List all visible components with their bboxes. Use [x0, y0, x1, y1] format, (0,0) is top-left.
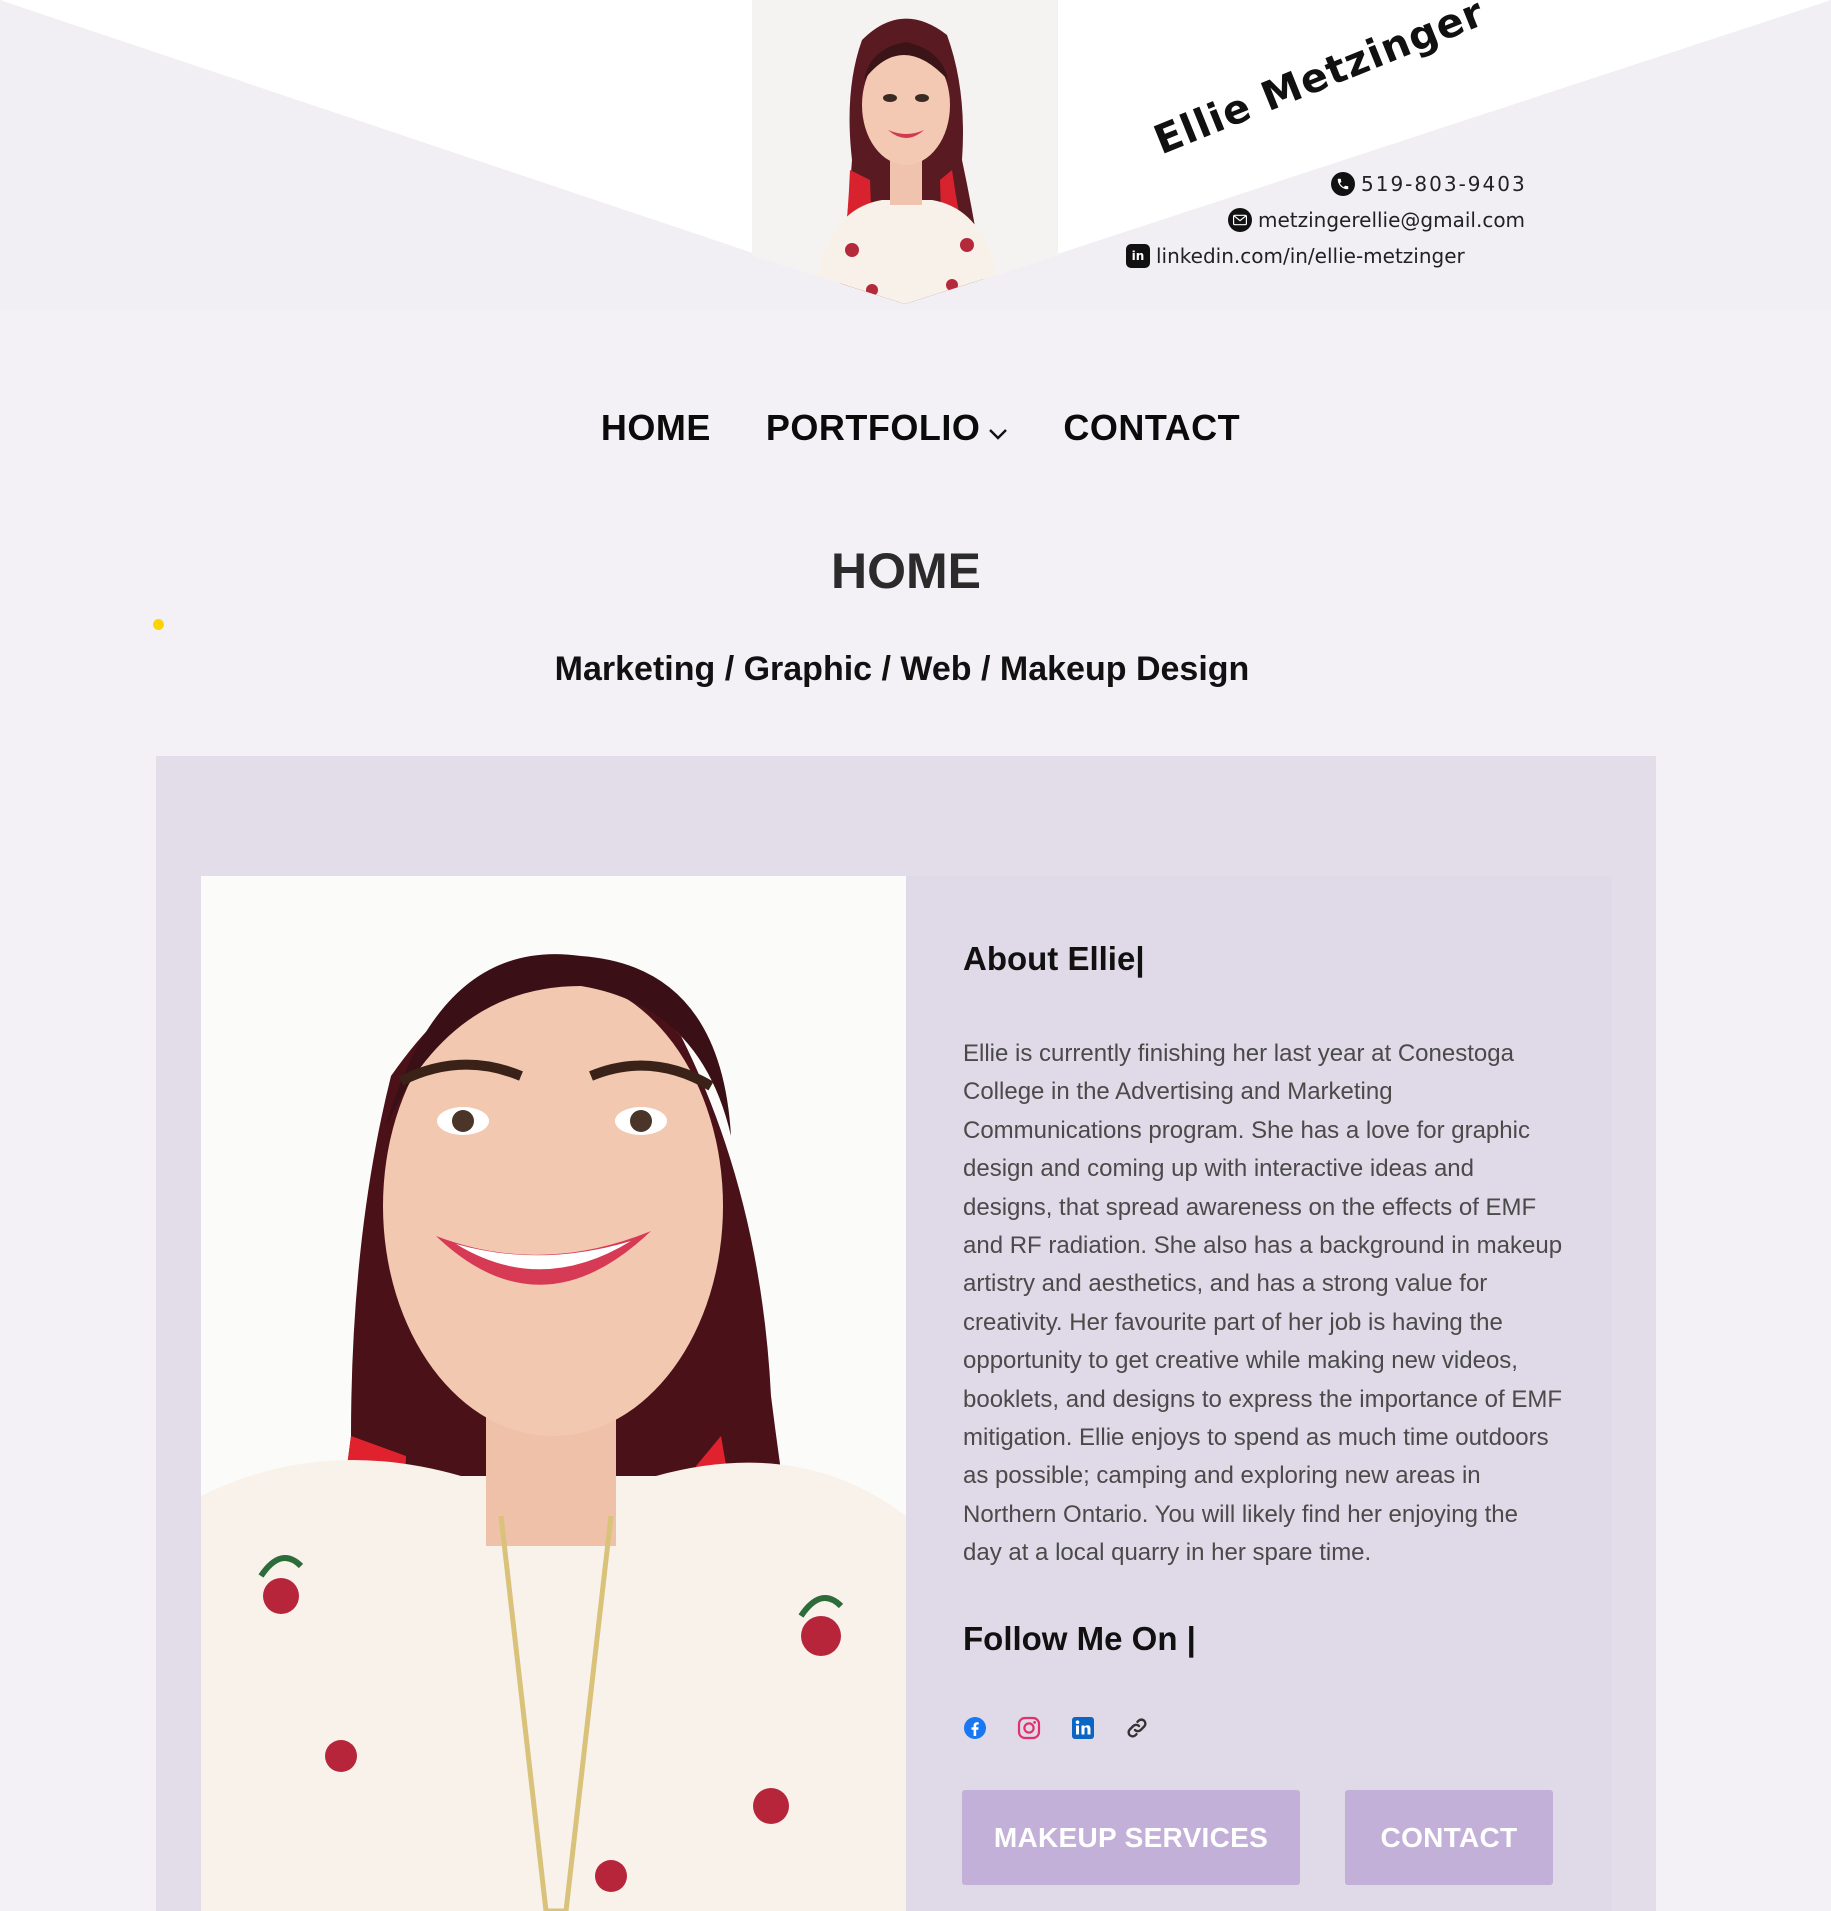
- phone-icon: [1331, 172, 1355, 196]
- makeup-services-button[interactable]: MAKEUP SERVICES: [962, 1790, 1300, 1885]
- about-heading: About Ellie|: [963, 940, 1145, 977]
- header-portrait: [752, 0, 1058, 304]
- chevron-down-icon: [988, 407, 1008, 449]
- nav-home[interactable]: HOME: [601, 398, 711, 458]
- nav-contact[interactable]: CONTACT: [1063, 398, 1240, 458]
- linkedin-icon[interactable]: [1071, 1716, 1095, 1740]
- header-phone[interactable]: 519-803-9403: [1331, 172, 1527, 196]
- linkedin-icon: in: [1126, 244, 1150, 268]
- ellie-portrait: [201, 876, 906, 1911]
- facebook-icon[interactable]: [963, 1716, 987, 1740]
- linkedin-text: linkedin.com/in/ellie-metzinger: [1156, 244, 1465, 268]
- contact-button[interactable]: CONTACT: [1345, 1790, 1553, 1885]
- phone-text: 519-803-9403: [1361, 172, 1527, 196]
- header-email[interactable]: metzingerellie@gmail.com: [1228, 208, 1525, 232]
- nav-home-label: HOME: [600, 407, 711, 448]
- decorative-dot: [153, 619, 164, 630]
- mail-icon: [1228, 208, 1252, 232]
- link-icon[interactable]: [1125, 1716, 1149, 1740]
- about-paragraph: Ellie is currently finishing her last ye…: [963, 1040, 1563, 1567]
- social-links: [963, 1716, 1149, 1740]
- nav-portfolio[interactable]: PORTFOLIO: [766, 398, 1009, 458]
- header-linkedin[interactable]: in linkedin.com/in/ellie-metzinger: [1126, 244, 1465, 268]
- page-subtitle: Marketing / Graphic / Web / Makeup Desig…: [554, 650, 1250, 688]
- instagram-icon[interactable]: [1017, 1716, 1041, 1740]
- email-text: metzingerellie@gmail.com: [1258, 208, 1526, 232]
- nav-portfolio-label: PORTFOLIO: [765, 407, 981, 448]
- follow-heading: Follow Me On |: [963, 1620, 1196, 1657]
- nav-contact-label: CONTACT: [1063, 407, 1241, 448]
- page-title: HOME: [831, 543, 981, 599]
- main-nav: HOME PORTFOLIO CONTACT: [0, 398, 1831, 458]
- header-banner: Ellie Metzinger 519-803-9403 metzingerel…: [0, 0, 1831, 310]
